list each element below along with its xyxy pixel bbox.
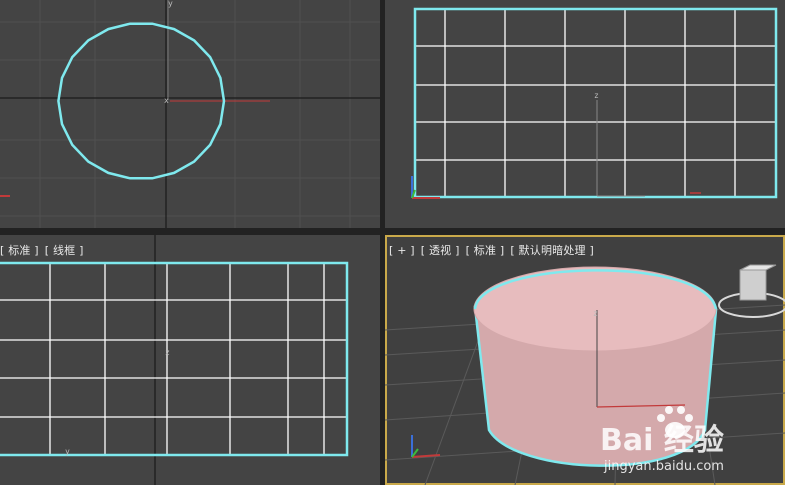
- viewport-left-label[interactable]: [ 标准 ] [ 线框 ]: [0, 242, 90, 258]
- shading-mode-label-persp[interactable]: [ 标准 ]: [466, 244, 505, 257]
- shading-mode-label[interactable]: [ 标准 ]: [0, 244, 39, 257]
- front-view-canvas: z: [411, 7, 778, 199]
- axis-y-label-left: y: [65, 447, 70, 456]
- left-selection-outline: [0, 261, 349, 457]
- axis-z-label-left: z: [165, 348, 170, 357]
- front-selection-outline: [413, 7, 778, 199]
- axis-z-label: z: [594, 91, 599, 100]
- perspective-view-canvas: z: [385, 264, 785, 485]
- viewport-menu-button[interactable]: [ + ]: [389, 244, 415, 257]
- top-view-canvas: x y: [0, 0, 380, 228]
- render-mode-label[interactable]: [ 线框 ]: [45, 244, 84, 257]
- viewport-perspective[interactable]: z [ + ] [ 透视 ] [ 标准 ] [ 默认明暗处理 ] Bai 经验 jin…: [385, 235, 785, 485]
- viewport-front[interactable]: z: [385, 0, 785, 228]
- view-cube-icon[interactable]: [718, 264, 785, 318]
- viewport-perspective-label[interactable]: [ + ] [ 透视 ] [ 标准 ] [ 默认明暗处理 ]: [389, 242, 600, 258]
- viewport-left[interactable]: z y [ 标准 ] [ 线框 ]: [0, 235, 380, 485]
- axis-x-label: x: [164, 96, 169, 105]
- 3ds-max-viewports: x y z z y [标准] [线框] z [+] [透视] […: [0, 0, 785, 485]
- axis-z-label-persp: z: [593, 309, 598, 318]
- axis-tripod-icon-persp: [411, 435, 441, 458]
- lighting-mode-label[interactable]: [ 默认明暗处理 ]: [510, 244, 594, 257]
- axis-y-label: y: [168, 0, 173, 8]
- left-view-canvas: z y: [0, 235, 349, 485]
- left-cylinder-grid: [0, 263, 347, 455]
- viewport-divider-horizontal[interactable]: [0, 228, 785, 235]
- view-type-label[interactable]: [ 透视 ]: [421, 244, 460, 257]
- viewport-top[interactable]: x y: [0, 0, 380, 228]
- front-cylinder-grid: [415, 9, 776, 197]
- viewport-divider-vertical[interactable]: [380, 0, 385, 485]
